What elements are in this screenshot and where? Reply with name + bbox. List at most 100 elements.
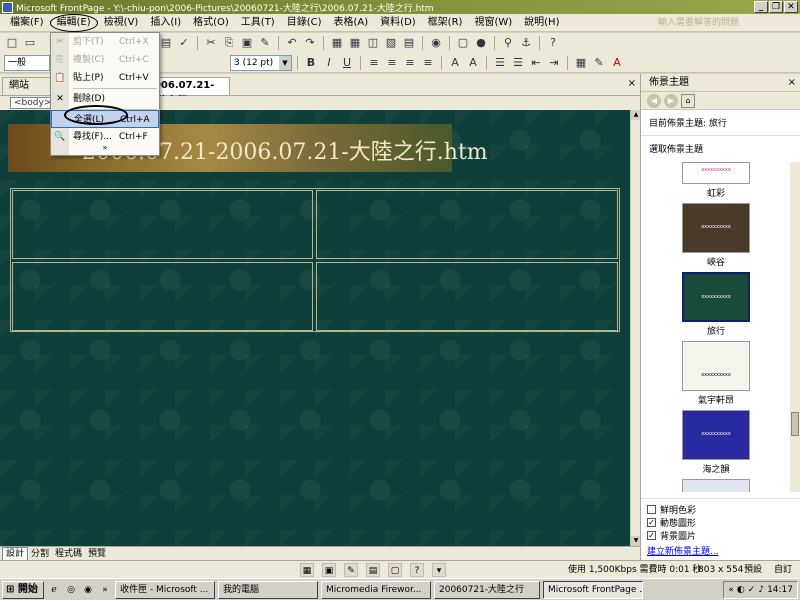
menu-edit[interactable]: 編輯(E)	[49, 13, 98, 32]
task-button[interactable]: 收件匣 - Microsoft ...	[115, 580, 215, 599]
theme-item-canyon[interactable]: xxxxxxxxxx 峽谷	[679, 203, 753, 268]
menu-format[interactable]: 格式(O)	[187, 15, 235, 31]
theme-thumbnail[interactable]: xxxxxxxxxx	[682, 410, 750, 460]
insert-file-icon[interactable]: ▢	[455, 35, 471, 51]
task-button-active[interactable]: Microsoft FrontPage ...	[543, 580, 643, 599]
insert-table-icon[interactable]: ▦	[347, 35, 363, 51]
table-cell[interactable]	[316, 190, 618, 259]
bold-button[interactable]: B	[303, 55, 319, 71]
start-button[interactable]: ⊞ 開始	[2, 580, 44, 599]
theme-item-travel[interactable]: xxxxxxxxxx 旅行	[679, 272, 753, 337]
menu-help[interactable]: 說明(H)	[518, 15, 565, 31]
dropdown-icon[interactable]: ▾	[432, 563, 446, 577]
underline-button[interactable]: U	[339, 55, 355, 71]
align-left-icon[interactable]: ≡	[366, 55, 382, 71]
drawing-icon[interactable]: ▤	[401, 35, 417, 51]
menu-tools[interactable]: 工具(T)	[235, 15, 281, 31]
menu-insert[interactable]: 插入(I)	[144, 15, 187, 31]
justify-icon[interactable]: ≡	[420, 55, 436, 71]
bullets-icon[interactable]: ☰	[510, 55, 526, 71]
font-size-combo[interactable]: 3 (12 pt) ▼	[230, 54, 292, 71]
view-split-tab[interactable]: 分割	[28, 548, 52, 560]
checkbox-unchecked[interactable]	[647, 505, 656, 514]
network-icon[interactable]: ◐	[737, 585, 745, 595]
menu-item-paste[interactable]: 📋 貼上(P) Ctrl+V	[51, 69, 159, 87]
toggle-icon[interactable]: ▢	[388, 563, 402, 577]
numbering-icon[interactable]: ☰	[492, 55, 508, 71]
insert-picture-icon[interactable]: ▧	[383, 35, 399, 51]
font-color-icon[interactable]: A	[609, 55, 625, 71]
theme-item-majestic[interactable]: xxxxxxxxxx 氣宇軒昂	[679, 341, 753, 406]
chevron-down-icon[interactable]: ▼	[279, 55, 291, 70]
browser-icon[interactable]: ◉	[81, 583, 95, 597]
canvas-vertical-scrollbar[interactable]: ▲ ▼	[630, 110, 641, 546]
restore-button[interactable]: ❐	[769, 1, 783, 13]
design-canvas[interactable]: 2006.07.21-2006.07.21-大陸之行.htm	[0, 110, 630, 546]
security-icon[interactable]: ✓	[748, 585, 756, 595]
edit-icon[interactable]: ✎	[344, 563, 358, 577]
theme-thumbnail[interactable]: xxxxxxxxxx	[682, 479, 750, 492]
menu-item-cut[interactable]: ✂ 剪下(T) Ctrl+X	[51, 33, 159, 51]
clock[interactable]: 14:17	[767, 585, 793, 595]
menu-table[interactable]: 表格(A)	[328, 15, 375, 31]
theme-item-rainbow[interactable]: xxxxxxxxxx 虹彩	[679, 162, 753, 199]
show-more-icon[interactable]: »	[98, 583, 112, 597]
open-folder-icon[interactable]: ▭	[22, 35, 38, 51]
task-button[interactable]: 我的電腦	[218, 580, 318, 599]
calendar-icon[interactable]: ▦	[300, 563, 314, 577]
checkbox-checked[interactable]: ✓	[647, 518, 656, 527]
menu-view[interactable]: 檢視(V)	[98, 15, 145, 31]
expand-menu-icon[interactable]: »	[89, 143, 121, 153]
theme-thumbnail[interactable]: xxxxxxxxxx	[682, 341, 750, 391]
decrease-font-icon[interactable]: A	[465, 55, 481, 71]
close-button[interactable]: ✕	[784, 1, 798, 13]
task-button[interactable]: 20060721-大陸之行	[434, 580, 540, 599]
status-mode-custom[interactable]: 自訂	[774, 563, 792, 577]
web-component-icon[interactable]: ◉	[428, 35, 444, 51]
hyperlink-icon[interactable]: ⚲	[500, 35, 516, 51]
close-document-icon[interactable]: ×	[628, 78, 636, 89]
frontpage-app-icon[interactable]	[2, 1, 13, 13]
status-mode-default[interactable]: 預設	[744, 563, 762, 577]
increase-font-icon[interactable]: A	[447, 55, 463, 71]
italic-button[interactable]: I	[321, 55, 337, 71]
vivid-colors-option[interactable]: 鮮明色彩	[647, 503, 793, 516]
body-tag-selector[interactable]: <body>	[10, 97, 56, 109]
insert-media-icon[interactable]: ●	[473, 35, 489, 51]
new-page-icon[interactable]: □	[4, 35, 20, 51]
copy-tool-icon[interactable]: ⎘	[221, 35, 237, 51]
borders-icon[interactable]: ▦	[573, 55, 589, 71]
menu-data[interactable]: 資料(D)	[374, 15, 422, 31]
menu-file[interactable]: 檔案(F)	[4, 15, 50, 31]
close-pane-icon[interactable]: ×	[788, 74, 796, 92]
forward-icon[interactable]: ▶	[664, 93, 678, 108]
layout-table[interactable]	[10, 188, 620, 332]
highlight-icon[interactable]: ✎	[591, 55, 607, 71]
table-cell[interactable]	[12, 262, 313, 331]
theme-thumbnail[interactable]: xxxxxxxxxx	[682, 162, 750, 184]
theme-list-scrollbar[interactable]	[790, 162, 800, 492]
active-graphics-option[interactable]: ✓ 動態圖形	[647, 516, 793, 529]
format-painter-icon[interactable]: ✎	[257, 35, 273, 51]
help-tool-icon[interactable]: ?	[545, 35, 561, 51]
align-right-icon[interactable]: ≡	[402, 55, 418, 71]
menu-frames[interactable]: 框架(R)	[422, 15, 469, 31]
page-dimensions[interactable]: 803 x 554	[698, 563, 743, 577]
view-icon[interactable]: ▣	[322, 563, 336, 577]
bookmark-icon[interactable]: ⚓	[518, 35, 534, 51]
theme-item-ocean[interactable]: xxxxxxxxxx 海之韻	[679, 410, 753, 475]
view-preview-tab[interactable]: 預覽	[85, 548, 109, 560]
redo-icon[interactable]: ↷	[302, 35, 318, 51]
help-status-icon[interactable]: ?	[410, 563, 424, 577]
print-icon[interactable]: ▤	[158, 35, 174, 51]
menu-item-copy[interactable]: ⎘ 複製(C) Ctrl+C	[51, 51, 159, 69]
canvas-horizontal-scrollbar[interactable]	[115, 548, 640, 559]
create-new-theme-link[interactable]: 建立新佈景主題...	[647, 544, 793, 557]
undo-icon[interactable]: ↶	[284, 35, 300, 51]
spelling-icon[interactable]: ✓	[176, 35, 192, 51]
scroll-thumb[interactable]	[791, 412, 799, 436]
chart-icon[interactable]: ▤	[366, 563, 380, 577]
background-picture-option[interactable]: ✓ 背景圖片	[647, 529, 793, 542]
cut-tool-icon[interactable]: ✂	[203, 35, 219, 51]
menu-toc[interactable]: 目錄(C)	[281, 15, 328, 31]
